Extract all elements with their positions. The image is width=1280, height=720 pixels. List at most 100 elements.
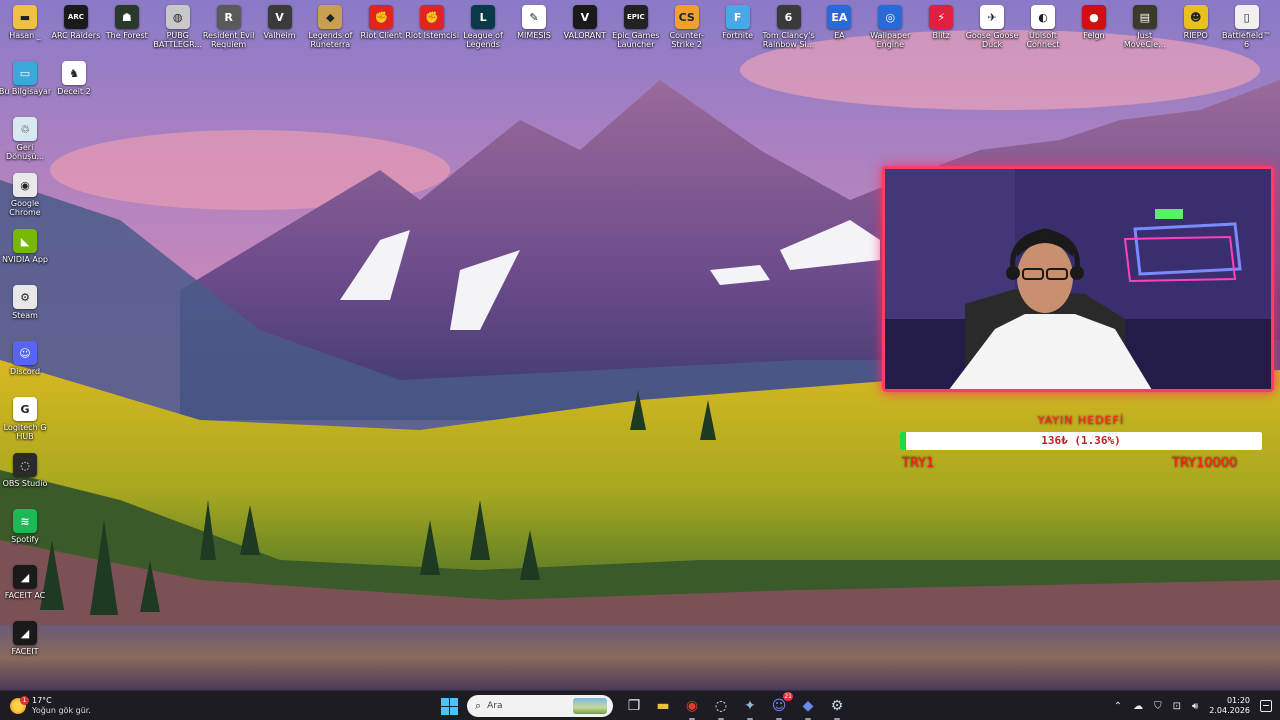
recycle-bin-icon: ♲	[13, 117, 37, 141]
app-diamond-button[interactable]: ◆	[797, 695, 819, 720]
desktop-shortcut-steam[interactable]: ⚙ Steam	[0, 285, 53, 320]
taskbar-search-box[interactable]: ⌕ Ara	[467, 695, 613, 717]
onedrive-icon[interactable]: ☁	[1133, 701, 1143, 712]
desktop-shortcut-ea[interactable]: EA EA	[811, 5, 867, 40]
desktop-shortcut-blitz[interactable]: ⚡ Blitz	[913, 5, 969, 40]
taskbar-center: ⌕ Ara ❐ ▬ ◉ ◌ ✦ ☺ 21 ◆ ⚙	[438, 692, 855, 720]
desktop-shortcut-faceit[interactable]: ◢ FACEIT	[0, 621, 53, 656]
felgn-icon: ●	[1081, 5, 1106, 29]
folder-icon: ▬	[13, 5, 37, 29]
desktop-shortcut-league[interactable]: L League of Legends	[455, 5, 511, 49]
task-view-icon: ❐	[627, 698, 641, 714]
desktop-shortcut-label: Felgn	[1083, 31, 1105, 40]
desktop-shortcut-felgn[interactable]: ● Felgn	[1066, 5, 1122, 40]
notification-center-icon[interactable]	[1260, 700, 1272, 712]
epic-games-icon: EPIC	[623, 5, 648, 29]
riepo-icon: ☻	[1183, 5, 1208, 29]
steam-taskbar-button[interactable]: ⚙	[826, 695, 848, 720]
desktop-shortcut-label: Epic Games Launcher	[612, 31, 660, 49]
shield-icon[interactable]: ⛉	[1154, 701, 1162, 712]
counter-strike-icon: CS	[674, 5, 699, 29]
desktop-shortcut-epic-games[interactable]: EPIC Epic Games Launcher	[608, 5, 664, 49]
ea-icon: EA	[827, 5, 852, 29]
weather-widget[interactable]: 1 17°C Yoğun gök gür.	[10, 694, 91, 718]
start-button[interactable]	[438, 695, 460, 717]
desktop-shortcut-label: Steam	[12, 311, 38, 320]
desktop-shortcut-label: League of Legends	[463, 31, 503, 49]
desktop-shortcut-ubisoft[interactable]: ◐ Ubisoft Connect	[1015, 5, 1071, 49]
rainbow-six-icon: 6	[776, 5, 801, 29]
donation-goal-amount: 136₺ (1.36%)	[1041, 434, 1121, 447]
donation-goal-min: TRY1	[902, 456, 935, 471]
clock[interactable]: 01:20 2.04.2026	[1209, 696, 1250, 716]
volume-icon[interactable]: 🔊︎	[1192, 701, 1198, 712]
desktop-shortcut-label: PUBG BATTLEGR...	[153, 31, 202, 49]
desktop-shortcut-pubg[interactable]: ◍ PUBG BATTLEGR...	[150, 5, 206, 49]
desktop-shortcut-label: Goose Goose Duck	[965, 31, 1019, 49]
desktop-shortcut-resident-evil[interactable]: R Resident Evil Requiem	[201, 5, 257, 49]
wallpaper-engine-icon: ◎	[878, 5, 903, 29]
desktop-shortcut-obs[interactable]: ◌ OBS Studio	[0, 453, 53, 488]
desktop-shortcut-battlefield[interactable]: ▯ Battlefield™ 6	[1219, 5, 1275, 49]
task-view-button[interactable]: ❐	[623, 695, 645, 717]
desktop-shortcut-label: Geri Dönüşü...	[5, 143, 45, 161]
battlefield-icon: ▯	[1234, 5, 1259, 29]
desktop-shortcut-label: Legends of Runeterra	[308, 31, 353, 49]
desktop-shortcut-deceit[interactable]: ♞ Deceit 2	[46, 61, 102, 96]
discord-taskbar-button[interactable]: ☺ 21	[768, 692, 793, 720]
desktop-shortcut-label: Riot Istemcisi	[405, 31, 460, 40]
desktop-shortcut-just-move[interactable]: ▤ Just MoveCle...	[1117, 5, 1173, 49]
desktop-shortcut-label: RIEPO	[1183, 31, 1208, 40]
obs-taskbar-button[interactable]: ◌	[710, 695, 732, 720]
desktop-shortcut-valorant[interactable]: V VALORANT	[557, 5, 613, 40]
desktop-shortcut-runeterra[interactable]: ◆ Legends of Runeterra	[302, 5, 358, 49]
desktop-shortcut-riot-istemcisi[interactable]: ✊ Riot Istemcisi	[404, 5, 460, 40]
desktop-shortcut-mimesis[interactable]: ✎ MIMESIS	[506, 5, 562, 40]
spotify-icon: ≋	[13, 509, 37, 533]
app-diamond-icon: ◆	[802, 698, 814, 714]
discord-icon: ☺	[13, 341, 37, 365]
desktop-shortcut-riepo[interactable]: ☻ RIEPO	[1168, 5, 1224, 40]
desktop-shortcut-recycle-bin[interactable]: ♲ Geri Dönüşü...	[0, 117, 53, 161]
chevron-up-icon[interactable]: ⌃	[1114, 701, 1122, 712]
desktop-shortcut-chrome[interactable]: ◉ Google Chrome	[0, 173, 53, 217]
desktop-shortcut-folder[interactable]: ▬ Hasan _	[0, 5, 53, 40]
desktop-shortcut-label: Valheim	[263, 31, 296, 40]
desktop-shortcut-label: ARC Raiders	[51, 31, 101, 40]
desktop-shortcut-label: FACEIT AC	[4, 591, 46, 600]
desktop-shortcut-riot-client[interactable]: ✊ Riot Client	[353, 5, 409, 40]
system-tray: ⌃ ☁ ⛉ ⊡ 🔊︎ 01:20 2.04.2026	[1114, 694, 1272, 718]
donation-goal-bar: 136₺ (1.36%)	[900, 432, 1262, 450]
network-icon[interactable]: ⊡	[1173, 701, 1181, 712]
desktop-shortcut-counter-strike[interactable]: CS Counter-Strike 2	[659, 5, 715, 49]
desktop-shortcut-label: Blitz	[932, 31, 950, 40]
desktop-shortcut-logitech[interactable]: G Logitech G HUB	[0, 397, 53, 441]
desktop-shortcut-label: Riot Client	[360, 31, 403, 40]
desktop-shortcut-label: Hasan _	[9, 31, 41, 40]
chrome-taskbar-button[interactable]: ◉	[681, 695, 703, 720]
desktop-shortcut-label: VALORANT	[563, 31, 607, 40]
desktop-shortcut-arc-raiders[interactable]: ARC ARC Raiders	[48, 5, 104, 40]
valorant-icon: V	[572, 5, 597, 29]
desktop-shortcut-label: Counter-Strike 2	[669, 31, 704, 49]
pubg-icon: ◍	[165, 5, 190, 29]
desktop-shortcut-valheim[interactable]: V Valheim	[252, 5, 308, 40]
desktop-shortcut-nvidia[interactable]: ◣ NVIDIA App	[0, 229, 53, 264]
desktop-shortcut-the-forest[interactable]: ☗ The Forest	[99, 5, 155, 40]
desktop-shortcut-wallpaper-engine[interactable]: ◎ Wallpaper Engine	[862, 5, 918, 49]
discord-taskbar-icon: ☺	[771, 698, 787, 714]
file-explorer-button[interactable]: ▬	[652, 695, 674, 717]
desktop-shortcut-discord[interactable]: ☺ Discord	[0, 341, 53, 376]
network-app-button[interactable]: ✦	[739, 695, 761, 720]
chrome-icon: ◉	[13, 173, 37, 197]
desktop-shortcut-faceit-ac[interactable]: ◢ FACEIT AC	[0, 565, 53, 600]
desktop-shortcut-goose-goose-duck[interactable]: ✈ Goose Goose Duck	[964, 5, 1020, 49]
desktop-shortcut-fortnite[interactable]: F Fortnite	[710, 5, 766, 40]
desktop-shortcut-label: OBS Studio	[2, 479, 48, 488]
desktop-shortcut-rainbow-six[interactable]: 6 Tom Clancy's Rainbow Si...	[761, 5, 817, 49]
desktop-shortcut-label: Tom Clancy's Rainbow Si...	[762, 31, 815, 49]
desktop-shortcut-label: The Forest	[105, 31, 148, 40]
desktop-shortcut-spotify[interactable]: ≋ Spotify	[0, 509, 53, 544]
steam-taskbar-icon: ⚙	[830, 698, 844, 714]
mimesis-icon: ✎	[522, 5, 546, 29]
